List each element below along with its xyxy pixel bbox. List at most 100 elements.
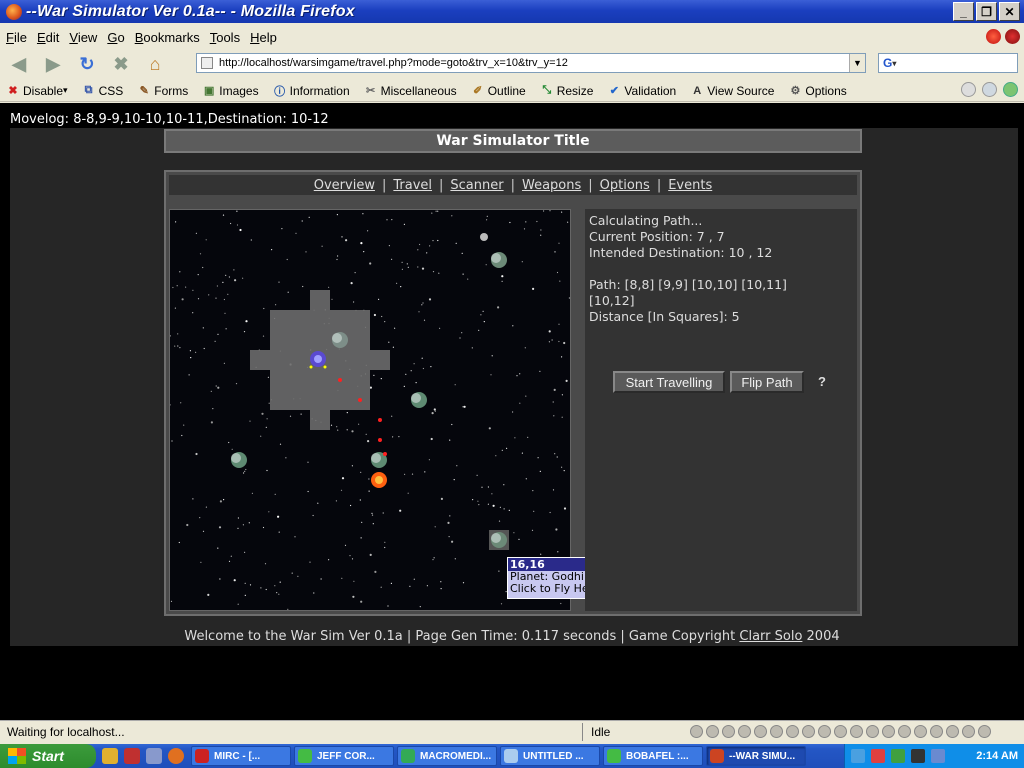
firefox-quicklaunch-icon[interactable]	[168, 748, 184, 764]
planet[interactable]	[411, 392, 427, 408]
tools-icon[interactable]	[982, 82, 997, 97]
star	[477, 500, 479, 502]
star	[492, 504, 495, 507]
search-box[interactable]: G ▾	[878, 53, 1018, 73]
star	[277, 515, 280, 518]
menu-file[interactable]: File	[0, 30, 31, 45]
planet-godhin[interactable]	[489, 530, 509, 550]
star	[438, 272, 440, 274]
quicklaunch-icon[interactable]	[102, 748, 118, 764]
star	[234, 279, 237, 282]
url-dropdown-icon[interactable]: ▼	[849, 54, 865, 72]
forward-icon[interactable]: ▶	[38, 52, 68, 76]
star	[481, 486, 483, 488]
restore-button[interactable]: ❐	[976, 2, 997, 21]
flip-path-button[interactable]: Flip Path	[730, 371, 804, 393]
devtool-miscellaneous[interactable]: ✂ Miscellaneous	[364, 84, 457, 98]
menu-help[interactable]: Help	[244, 30, 281, 45]
url-bar[interactable]: http://localhost/warsimgame/travel.php?m…	[196, 53, 866, 73]
star	[373, 313, 376, 317]
taskbar-button[interactable]: BOBAFEL :...	[603, 746, 703, 766]
devtool-options[interactable]: ⚙ Options	[788, 84, 846, 98]
home-icon[interactable]: ⌂	[140, 52, 170, 76]
author-link[interactable]: Clarr Solo	[739, 629, 802, 644]
current-position: Current Position: 7 , 7	[589, 229, 725, 244]
menu-tools[interactable]: Tools	[204, 30, 244, 45]
star	[556, 271, 559, 274]
planet[interactable]	[371, 452, 387, 468]
star	[527, 436, 529, 438]
devtool-information[interactable]: ⓘ Information	[273, 84, 350, 98]
tab-options[interactable]: Options	[600, 178, 650, 193]
tab-events[interactable]: Events	[668, 178, 712, 193]
star	[176, 285, 178, 287]
taskbar-button[interactable]: --WAR SIMU...	[706, 746, 806, 766]
intended-destination: Intended Destination: 10 , 12	[589, 245, 773, 260]
reload-icon[interactable]: ↻	[72, 52, 102, 76]
taskbar-button[interactable]: UNTITLED ...	[500, 746, 600, 766]
devtool-resize[interactable]: ⤡ Resize	[540, 84, 593, 98]
tab-travel[interactable]: Travel	[393, 178, 432, 193]
addon-icon[interactable]	[1005, 29, 1020, 44]
devtool-outline[interactable]: ✐ Outline	[471, 84, 526, 98]
back-icon[interactable]: ◀	[4, 52, 34, 76]
start-button[interactable]: Start	[0, 744, 96, 768]
go-icon[interactable]	[1003, 82, 1018, 97]
menu-view[interactable]: View	[63, 30, 101, 45]
tray-icon[interactable]	[871, 749, 885, 763]
star	[483, 321, 485, 323]
star	[428, 459, 430, 461]
destination-sun[interactable]	[371, 472, 387, 488]
menu-go[interactable]: Go	[101, 30, 128, 45]
menu-bookmarks[interactable]: Bookmarks	[129, 30, 204, 45]
planet[interactable]	[231, 452, 247, 468]
search-engine-dropdown-icon[interactable]: ▾	[892, 59, 896, 68]
star	[271, 249, 273, 251]
star	[540, 234, 542, 236]
star	[371, 514, 374, 516]
quicklaunch-icon[interactable]	[146, 748, 162, 764]
devtool-validation[interactable]: ✔ Validation	[607, 84, 676, 98]
devtool-forms[interactable]: ✎ Forms	[137, 84, 189, 98]
star	[501, 449, 503, 451]
start-travelling-button[interactable]: Start Travelling	[613, 371, 725, 393]
tray-icon[interactable]	[911, 749, 925, 763]
star	[380, 378, 382, 380]
tray-icon[interactable]	[891, 749, 905, 763]
taskbar-button[interactable]: MACROMEDI...	[397, 746, 497, 766]
quicklaunch-icon[interactable]	[124, 748, 140, 764]
planet[interactable]	[332, 332, 348, 348]
help-link[interactable]: ?	[818, 374, 826, 389]
tray-icon[interactable]	[931, 749, 945, 763]
star	[309, 561, 311, 563]
star	[202, 530, 205, 532]
devtool-disable[interactable]: ✖ Disable ▾	[6, 84, 68, 98]
media-controls[interactable]	[690, 725, 991, 738]
devtool-view-source[interactable]: A View Source	[690, 84, 774, 98]
minimize-button[interactable]: _	[953, 2, 974, 21]
tray-icon[interactable]	[851, 749, 865, 763]
alert-icon[interactable]	[986, 29, 1001, 44]
star	[223, 499, 225, 501]
tab-weapons[interactable]: Weapons	[522, 178, 581, 193]
devtool-css[interactable]: ⧉ CSS	[82, 84, 124, 98]
menu-edit[interactable]: Edit	[31, 30, 63, 45]
tab-scanner[interactable]: Scanner	[450, 178, 503, 193]
search-engine-icon[interactable]: G	[883, 56, 892, 70]
checklist-icon[interactable]	[961, 82, 976, 97]
star	[179, 347, 181, 349]
taskbar-button[interactable]: MIRC - [...	[191, 746, 291, 766]
stop-icon[interactable]: ✖	[106, 52, 136, 76]
close-button[interactable]: ✕	[999, 2, 1020, 21]
taskbar-button[interactable]: JEFF COR...	[294, 746, 394, 766]
planet[interactable]	[480, 233, 488, 241]
star	[413, 578, 415, 580]
taskbar-button-label: MACROMEDI...	[420, 750, 492, 762]
space-map[interactable]	[169, 209, 571, 611]
star	[337, 255, 339, 257]
disable-dropdown-icon[interactable]: ▾	[63, 85, 68, 96]
planet[interactable]	[491, 252, 507, 268]
tab-overview[interactable]: Overview	[314, 178, 375, 193]
devtool-images[interactable]: ▣ Images	[202, 84, 259, 98]
star	[539, 370, 541, 372]
